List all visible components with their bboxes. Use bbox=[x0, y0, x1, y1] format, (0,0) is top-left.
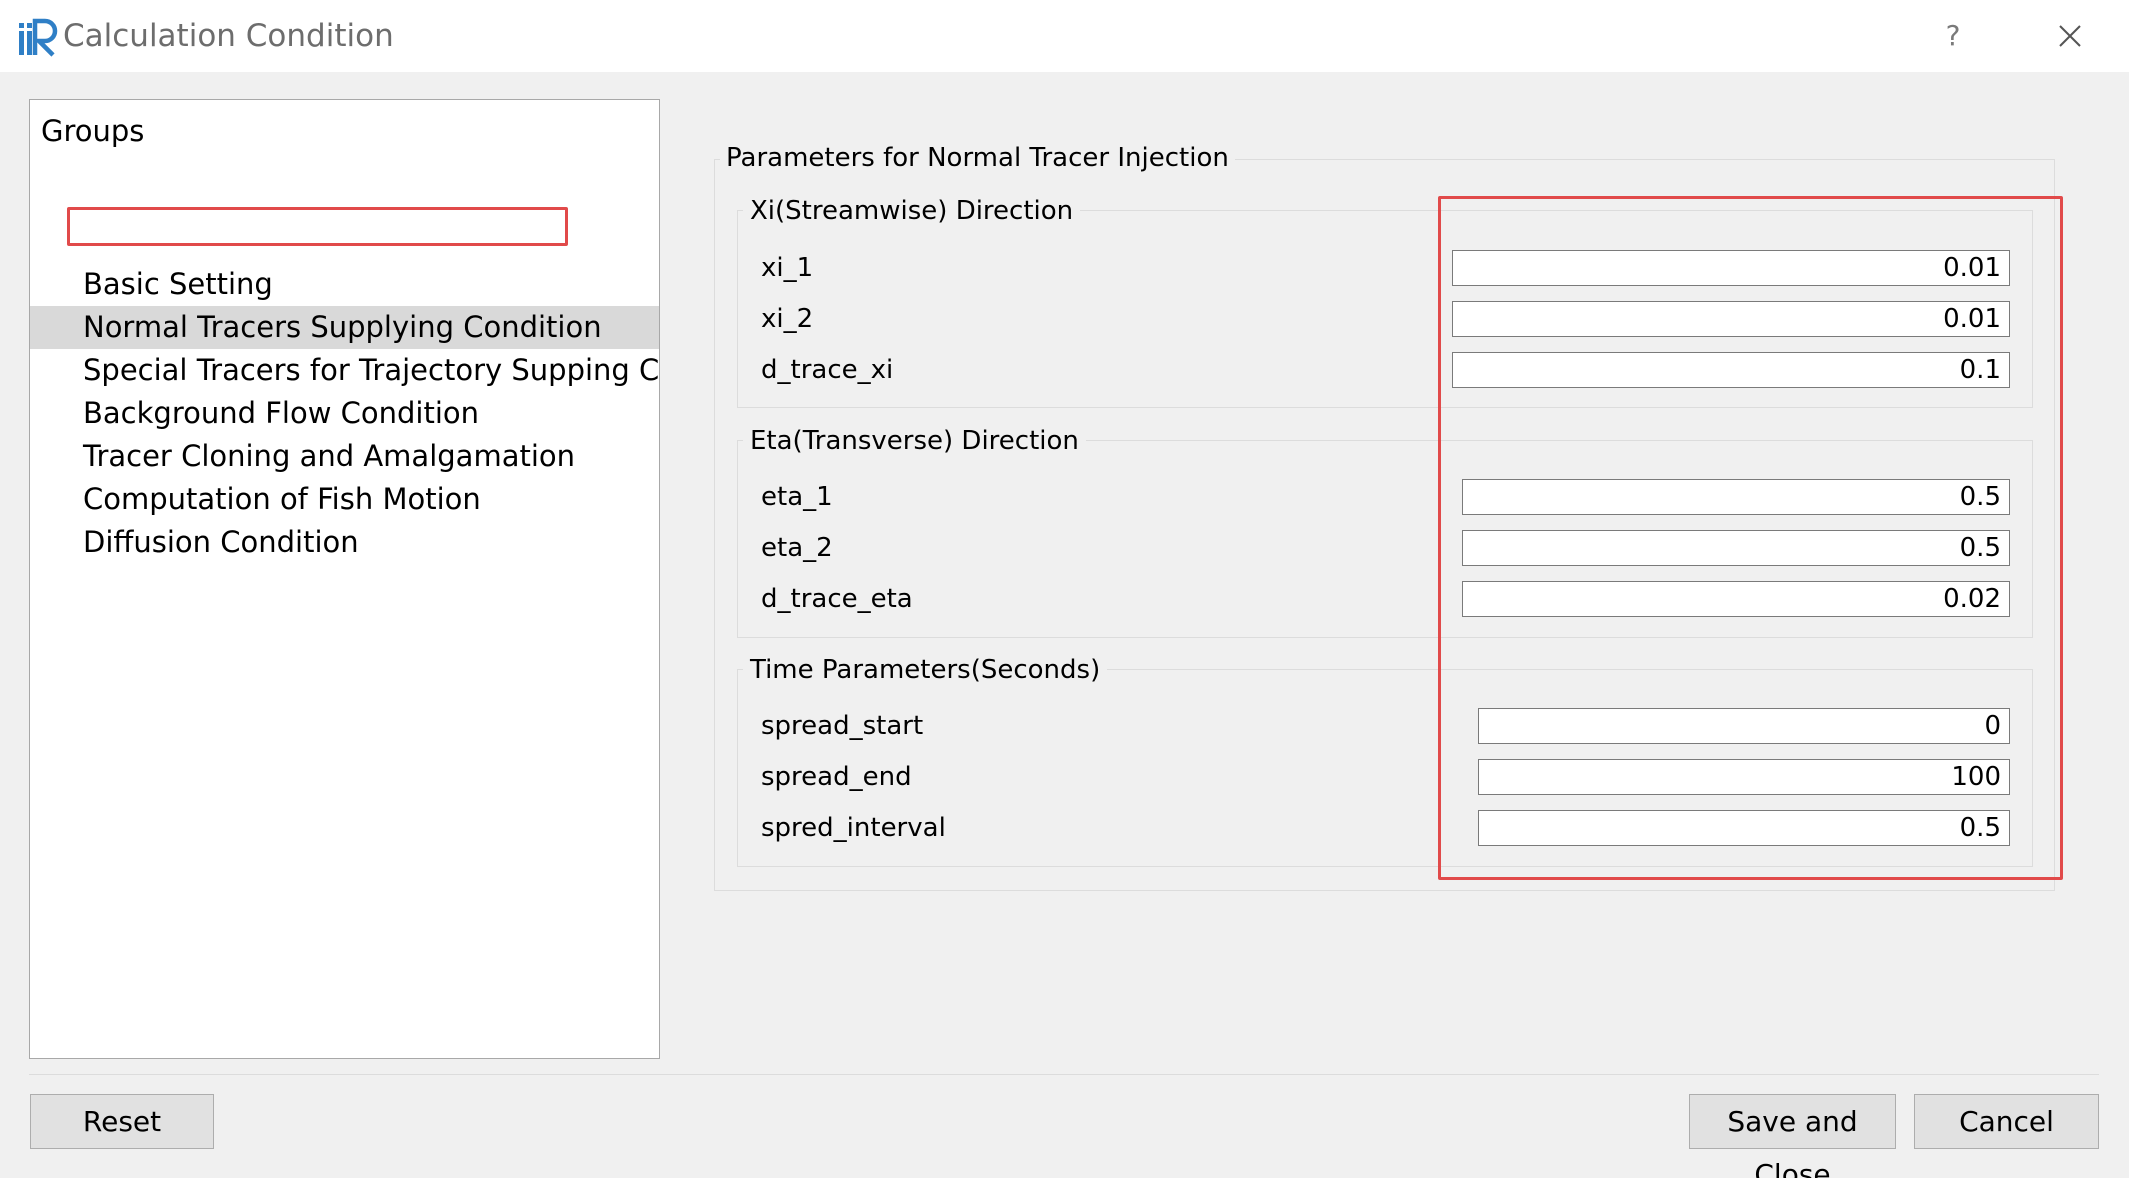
group-item-tracer-cloning[interactable]: Tracer Cloning and Amalgamation bbox=[30, 435, 659, 478]
title-bar: Calculation Condition ? bbox=[0, 0, 2129, 72]
reset-button[interactable]: Reset bbox=[30, 1094, 214, 1149]
selection-highlight-box bbox=[67, 207, 568, 246]
section-title-eta: Eta(Transverse) Direction bbox=[743, 426, 1086, 456]
parameter-group-title: Parameters for Normal Tracer Injection bbox=[720, 143, 1235, 173]
field-label-xi-2: xi_2 bbox=[761, 304, 814, 334]
close-icon[interactable] bbox=[2050, 16, 2090, 56]
save-and-close-button[interactable]: Save and Close bbox=[1689, 1094, 1896, 1178]
cancel-button[interactable]: Cancel bbox=[1914, 1094, 2099, 1149]
field-label-xi-1: xi_1 bbox=[761, 253, 814, 283]
group-item-fish-motion[interactable]: Computation of Fish Motion bbox=[30, 478, 659, 521]
groups-header: Groups bbox=[41, 114, 145, 148]
group-item-basic-setting[interactable]: Basic Setting bbox=[30, 263, 659, 306]
field-label-eta-2: eta_2 bbox=[761, 533, 833, 563]
fields-highlight-box bbox=[1438, 196, 2063, 880]
field-label-d-trace-eta: d_trace_eta bbox=[761, 584, 913, 614]
field-label-spread-start: spread_start bbox=[761, 711, 924, 741]
group-item-diffusion[interactable]: Diffusion Condition bbox=[30, 521, 659, 564]
field-label-spred-interval: spred_interval bbox=[761, 813, 946, 843]
section-title-xi: Xi(Streamwise) Direction bbox=[743, 196, 1081, 226]
group-item-background-flow[interactable]: Background Flow Condition bbox=[30, 392, 659, 435]
group-item-normal-tracers[interactable]: Normal Tracers Supplying Condition bbox=[30, 306, 659, 349]
button-bar-separator bbox=[29, 1074, 2099, 1075]
field-label-eta-1: eta_1 bbox=[761, 482, 833, 512]
field-label-spread-end: spread_end bbox=[761, 762, 912, 792]
section-title-time: Time Parameters(Seconds) bbox=[743, 655, 1108, 685]
iric-logo-icon bbox=[19, 18, 58, 57]
field-label-d-trace-xi: d_trace_xi bbox=[761, 355, 894, 385]
window-title: Calculation Condition bbox=[63, 18, 394, 54]
help-button[interactable]: ? bbox=[1935, 14, 1971, 58]
group-item-special-tracers[interactable]: Special Tracers for Trajectory Supping C… bbox=[30, 349, 659, 392]
